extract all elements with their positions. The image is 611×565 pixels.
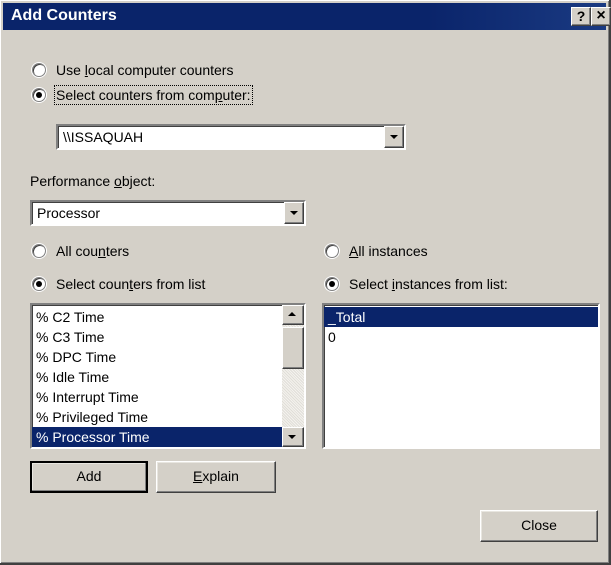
window-title: Add Counters — [11, 7, 117, 24]
performance-object-value: Processor — [37, 205, 101, 221]
chevron-down-icon — [290, 211, 298, 215]
counters-listbox[interactable]: % C2 Time % C3 Time % DPC Time % Idle Ti… — [30, 303, 306, 449]
use-local-counters-label: Use local computer counters — [56, 62, 234, 78]
scroll-thumb[interactable] — [282, 327, 304, 369]
scroll-up-button[interactable] — [282, 305, 304, 325]
all-instances-label: All instances — [349, 243, 428, 259]
counter-item[interactable]: % Privileged Time — [32, 407, 282, 427]
counter-item[interactable]: % Interrupt Time — [32, 387, 282, 407]
title-bar[interactable]: Add Counters ? × — [3, 3, 611, 30]
select-from-computer-label: Select counters from computer: — [54, 85, 253, 105]
chevron-up-icon — [288, 312, 296, 316]
counter-item[interactable]: % DPC Time — [32, 347, 282, 367]
counter-item[interactable]: % C3 Time — [32, 327, 282, 347]
performance-object-combobox[interactable]: Processor — [30, 200, 306, 226]
all-instances-radio[interactable] — [325, 244, 339, 258]
add-counters-dialog: Add Counters ? × Use local computer coun… — [0, 0, 611, 565]
select-instances-from-list-label: Select instances from list: — [349, 276, 508, 292]
computer-value: \\ISSAQUAH — [63, 129, 144, 145]
computer-dropdown-button[interactable] — [384, 126, 404, 148]
select-instances-from-list-option[interactable]: Select instances from list: — [325, 276, 508, 292]
all-counters-radio[interactable] — [32, 244, 46, 258]
explain-button[interactable]: Explain — [156, 461, 276, 493]
select-from-computer-radio[interactable] — [32, 88, 46, 102]
computer-combobox[interactable]: \\ISSAQUAH — [56, 124, 406, 150]
chevron-down-icon — [288, 435, 296, 439]
counter-item[interactable]: % Idle Time — [32, 367, 282, 387]
performance-object-dropdown-button[interactable] — [284, 202, 304, 224]
help-button[interactable]: ? — [571, 7, 591, 26]
instance-item[interactable]: 0 — [324, 327, 598, 347]
select-instances-from-list-radio[interactable] — [325, 277, 339, 291]
counters-scrollbar[interactable] — [282, 305, 304, 447]
instance-item-selected[interactable]: _Total — [324, 307, 598, 327]
chevron-down-icon — [390, 135, 398, 139]
counter-item-selected[interactable]: % Processor Time — [32, 427, 282, 447]
use-local-counters-option[interactable]: Use local computer counters — [32, 62, 233, 78]
select-counters-from-list-option[interactable]: Select counters from list — [32, 276, 205, 292]
close-window-button[interactable]: × — [591, 7, 611, 26]
select-counters-from-list-label: Select counters from list — [56, 276, 206, 292]
counters-list: % C2 Time % C3 Time % DPC Time % Idle Ti… — [32, 307, 282, 447]
counter-item[interactable]: % C2 Time — [32, 307, 282, 327]
instances-list: _Total 0 — [324, 307, 598, 347]
all-counters-label: All counters — [56, 243, 130, 259]
close-button[interactable]: Close — [480, 510, 598, 542]
use-local-counters-radio[interactable] — [32, 63, 46, 77]
instances-listbox[interactable]: _Total 0 — [322, 303, 600, 449]
select-from-computer-option[interactable]: Select counters from computer: — [32, 85, 253, 105]
all-instances-option[interactable]: All instances — [325, 243, 428, 259]
add-button[interactable]: Add — [30, 461, 148, 493]
performance-object-label: Performance object: — [30, 173, 156, 189]
scroll-down-button[interactable] — [282, 427, 304, 447]
all-counters-option[interactable]: All counters — [32, 243, 129, 259]
select-counters-from-list-radio[interactable] — [32, 277, 46, 291]
